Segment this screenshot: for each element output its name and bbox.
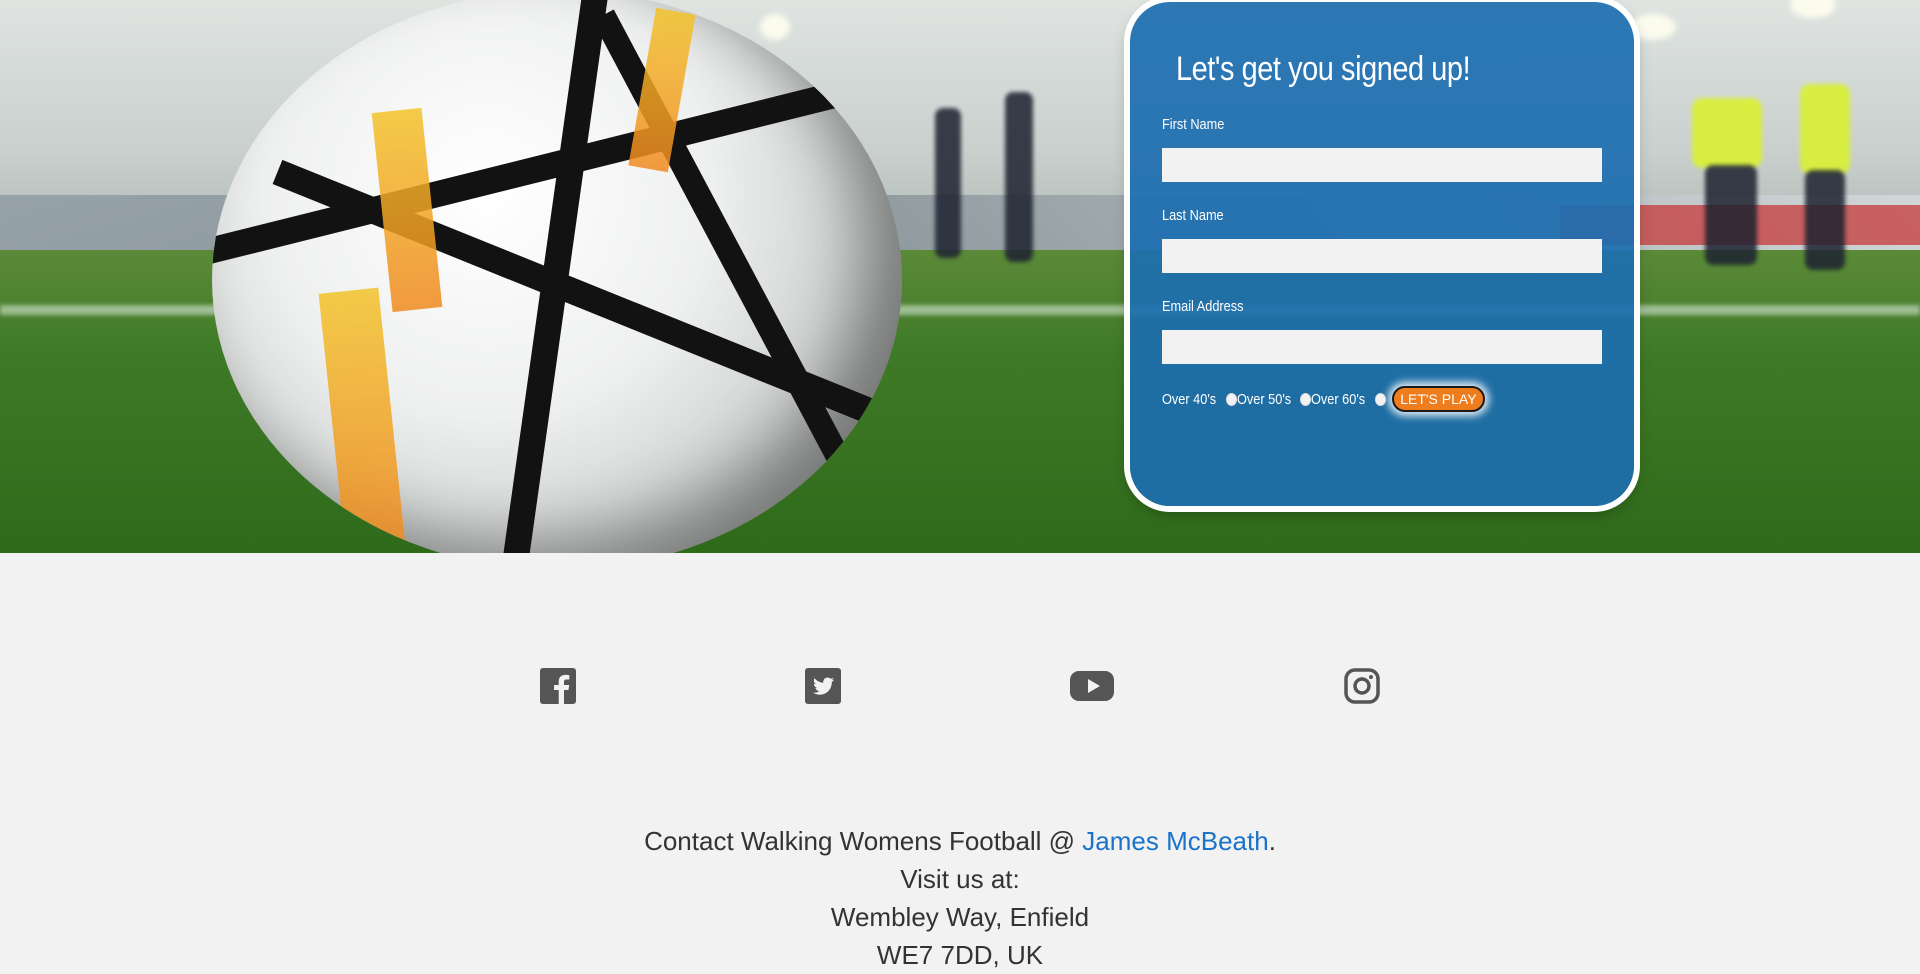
age-option-over-50[interactable]: Over 50's — [1236, 390, 1312, 408]
address-line-2: WE7 7DD, UK — [876, 940, 1044, 970]
age-group-selector: Over 40's Over 50's Over 60's LET'S PLAY — [1162, 386, 1485, 412]
instagram-icon[interactable] — [1344, 668, 1380, 704]
background-player — [1692, 98, 1762, 168]
footer: Contact Walking Womens Football @ James … — [0, 822, 1920, 974]
radio-button[interactable] — [1225, 392, 1237, 406]
address-line-1: Wembley Way, Enfield — [830, 902, 1090, 932]
ceiling-light — [1630, 14, 1676, 40]
twitter-icon[interactable] — [805, 668, 841, 704]
first-name-label: First Name — [1162, 116, 1225, 133]
email-input[interactable] — [1162, 330, 1602, 364]
signup-title: Let's get you signed up! — [1176, 50, 1471, 88]
signup-card: Let's get you signed up! First Name Last… — [1130, 2, 1634, 506]
background-player — [1805, 170, 1845, 270]
email-label: Email Address — [1162, 298, 1244, 315]
ceiling-light — [760, 14, 790, 40]
radio-button[interactable] — [1375, 392, 1387, 406]
background-player — [1800, 84, 1850, 174]
last-name-input[interactable] — [1162, 239, 1602, 273]
contact-line: Contact Walking Womens Football @ James … — [0, 822, 1920, 860]
radio-button[interactable] — [1300, 392, 1312, 406]
age-option-label: Over 40's — [1162, 390, 1217, 408]
contact-text: Contact Walking Womens Football @ — [644, 826, 1083, 856]
facebook-icon[interactable] — [540, 668, 576, 704]
age-option-label: Over 50's — [1236, 390, 1291, 408]
age-option-over-60[interactable]: Over 60's — [1311, 390, 1387, 408]
last-name-label: Last Name — [1162, 207, 1224, 224]
background-player — [1705, 165, 1757, 265]
visit-label: Visit us at: — [900, 864, 1020, 894]
contact-link[interactable]: James McBeath — [1082, 826, 1268, 856]
youtube-icon[interactable] — [1070, 668, 1114, 704]
age-option-label: Over 60's — [1311, 390, 1366, 408]
football-image — [212, 0, 902, 553]
age-option-over-40[interactable]: Over 40's — [1162, 390, 1237, 408]
contact-suffix: . — [1268, 826, 1276, 856]
lets-play-button[interactable]: LET'S PLAY — [1392, 386, 1485, 412]
background-player — [1005, 92, 1033, 262]
first-name-input[interactable] — [1162, 148, 1602, 182]
background-player — [935, 108, 961, 258]
